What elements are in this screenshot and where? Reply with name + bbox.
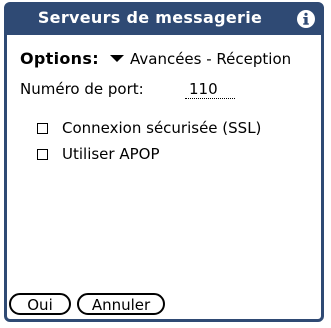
ssl-checkbox[interactable]: [37, 122, 48, 134]
options-label: Options:: [20, 49, 99, 68]
title-bar: Serveurs de messagerie: [7, 5, 321, 35]
info-icon[interactable]: [296, 9, 316, 29]
ssl-checkbox-row[interactable]: Connexion sécurisée (SSL): [37, 119, 261, 137]
cancel-button[interactable]: Annuler: [77, 293, 165, 315]
dialog-frame: Serveurs de messagerie Options: Avancées…: [4, 2, 324, 322]
apop-checkbox[interactable]: [37, 148, 48, 160]
port-field[interactable]: 110: [185, 80, 235, 99]
apop-checkbox-row[interactable]: Utiliser APOP: [37, 145, 160, 163]
options-selected-value: Avancées - Réception: [130, 50, 292, 68]
port-label: Numéro de port:: [20, 80, 144, 98]
dropdown-arrow-icon: [110, 55, 124, 62]
dialog-title: Serveurs de messagerie: [37, 8, 263, 27]
apop-checkbox-label: Utiliser APOP: [62, 145, 160, 163]
ssl-checkbox-label: Connexion sécurisée (SSL): [62, 119, 262, 137]
options-select[interactable]: Avancées - Réception: [110, 50, 291, 68]
options-row: Options: Avancées - Réception: [20, 49, 291, 68]
ok-button[interactable]: Oui: [9, 293, 71, 315]
